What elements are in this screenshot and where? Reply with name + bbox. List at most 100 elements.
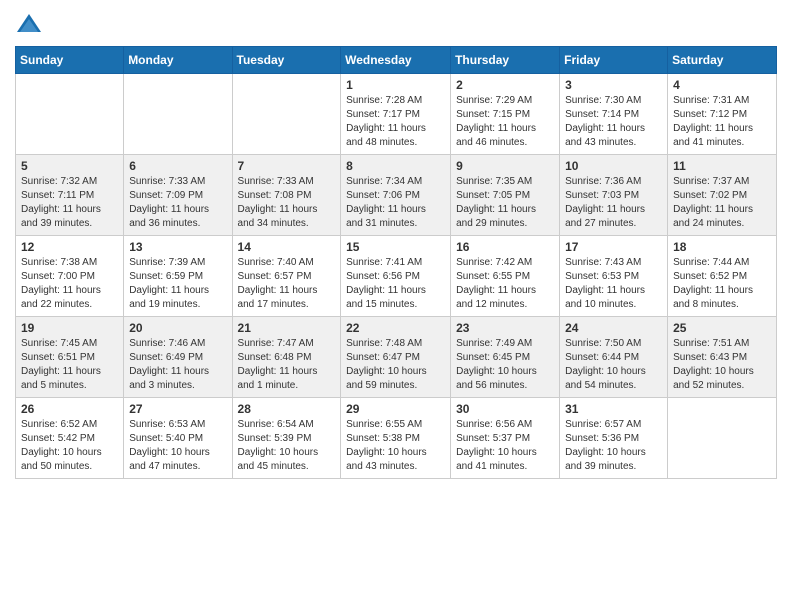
calendar-cell: 25 Sunrise: 7:51 AM Sunset: 6:43 PM Dayli… [668,317,777,398]
day-number: 2 [456,78,554,92]
day-info: Sunrise: 7:49 AM Sunset: 6:45 PM Dayligh… [456,337,554,393]
calendar-cell: 10Sunrise: 7:36 AM Sunset: 7:03 PM Dayli… [560,155,668,236]
day-info: Sunrise: 7:29 AM Sunset: 7:15 PM Dayligh… [456,94,554,150]
day-number: 13 [129,240,226,254]
day-info: Sunrise: 7:41 AM Sunset: 6:56 PM Dayligh… [346,256,445,312]
day-number: 19 [21,321,118,335]
day-number: 5 [21,159,118,173]
day-number: 26 [21,402,118,416]
calendar-cell: 27 Sunrise: 6:53 AM Sunset: 5:40 PM Dayli… [124,398,232,479]
day-info: Sunrise: 7:43 AM Sunset: 6:53 PM Dayligh… [565,256,662,312]
logo-icon [15,10,43,38]
day-info: Sunrise: 7:33 AM Sunset: 7:08 PM Dayligh… [238,175,336,231]
day-info: Sunrise: 7:38 AM Sunset: 7:00 PM Dayligh… [21,256,118,312]
calendar-cell: 23 Sunrise: 7:49 AM Sunset: 6:45 PM Dayli… [451,317,560,398]
calendar-cell: 16 Sunrise: 7:42 AM Sunset: 6:55 PM Dayli… [451,236,560,317]
calendar-cell: 19 Sunrise: 7:45 AM Sunset: 6:51 PM Dayli… [16,317,124,398]
calendar-cell: 3 Sunrise: 7:30 AM Sunset: 7:14 PM Daylig… [560,74,668,155]
day-info: Sunrise: 7:42 AM Sunset: 6:55 PM Dayligh… [456,256,554,312]
day-info: Sunrise: 7:51 AM Sunset: 6:43 PM Dayligh… [673,337,771,393]
weekday-header-wednesday: Wednesday [341,47,451,74]
calendar-cell: 8 Sunrise: 7:34 AM Sunset: 7:06 PM Daylig… [341,155,451,236]
calendar-week-row: 1 Sunrise: 7:28 AM Sunset: 7:17 PM Daylig… [16,74,777,155]
weekday-header-saturday: Saturday [668,47,777,74]
day-info: Sunrise: 7:50 AM Sunset: 6:44 PM Dayligh… [565,337,662,393]
calendar-cell: 12 Sunrise: 7:38 AM Sunset: 7:00 PM Dayli… [16,236,124,317]
weekday-header-thursday: Thursday [451,47,560,74]
day-number: 24 [565,321,662,335]
day-number: 12 [21,240,118,254]
calendar-cell: 11Sunrise: 7:37 AM Sunset: 7:02 PM Dayli… [668,155,777,236]
calendar-week-row: 19 Sunrise: 7:45 AM Sunset: 6:51 PM Dayli… [16,317,777,398]
calendar-cell: 30Sunrise: 6:56 AM Sunset: 5:37 PM Dayli… [451,398,560,479]
calendar-cell: 6 Sunrise: 7:33 AM Sunset: 7:09 PM Daylig… [124,155,232,236]
day-number: 31 [565,402,662,416]
calendar-cell: 15Sunrise: 7:41 AM Sunset: 6:56 PM Dayli… [341,236,451,317]
calendar-cell: 9 Sunrise: 7:35 AM Sunset: 7:05 PM Daylig… [451,155,560,236]
calendar-cell: 28Sunrise: 6:54 AM Sunset: 5:39 PM Dayli… [232,398,341,479]
day-info: Sunrise: 7:33 AM Sunset: 7:09 PM Dayligh… [129,175,226,231]
day-number: 14 [238,240,336,254]
day-info: Sunrise: 6:57 AM Sunset: 5:36 PM Dayligh… [565,418,662,474]
day-number: 9 [456,159,554,173]
calendar-week-row: 5 Sunrise: 7:32 AM Sunset: 7:11 PM Daylig… [16,155,777,236]
day-info: Sunrise: 6:52 AM Sunset: 5:42 PM Dayligh… [21,418,118,474]
day-number: 8 [346,159,445,173]
calendar-cell: 17 Sunrise: 7:43 AM Sunset: 6:53 PM Dayli… [560,236,668,317]
day-info: Sunrise: 7:34 AM Sunset: 7:06 PM Dayligh… [346,175,445,231]
day-info: Sunrise: 7:35 AM Sunset: 7:05 PM Dayligh… [456,175,554,231]
day-number: 29 [346,402,445,416]
day-info: Sunrise: 6:56 AM Sunset: 5:37 PM Dayligh… [456,418,554,474]
calendar-cell: 24 Sunrise: 7:50 AM Sunset: 6:44 PM Dayli… [560,317,668,398]
day-info: Sunrise: 6:53 AM Sunset: 5:40 PM Dayligh… [129,418,226,474]
day-number: 3 [565,78,662,92]
day-info: Sunrise: 7:47 AM Sunset: 6:48 PM Dayligh… [238,337,336,393]
calendar-cell: 1 Sunrise: 7:28 AM Sunset: 7:17 PM Daylig… [341,74,451,155]
calendar-cell [232,74,341,155]
day-number: 28 [238,402,336,416]
day-number: 27 [129,402,226,416]
calendar-cell [124,74,232,155]
weekday-header-row: SundayMondayTuesdayWednesdayThursdayFrid… [16,47,777,74]
calendar-cell: 26 Sunrise: 6:52 AM Sunset: 5:42 PM Dayli… [16,398,124,479]
day-number: 7 [238,159,336,173]
day-info: Sunrise: 7:40 AM Sunset: 6:57 PM Dayligh… [238,256,336,312]
page-header [15,10,777,38]
calendar-cell: 4 Sunrise: 7:31 AM Sunset: 7:12 PM Daylig… [668,74,777,155]
day-number: 25 [673,321,771,335]
weekday-header-sunday: Sunday [16,47,124,74]
calendar-cell: 20Sunrise: 7:46 AM Sunset: 6:49 PM Dayli… [124,317,232,398]
day-number: 20 [129,321,226,335]
day-number: 16 [456,240,554,254]
page-container: SundayMondayTuesdayWednesdayThursdayFrid… [0,0,792,494]
day-info: Sunrise: 7:39 AM Sunset: 6:59 PM Dayligh… [129,256,226,312]
logo [15,10,47,38]
calendar-cell: 29 Sunrise: 6:55 AM Sunset: 5:38 PM Dayli… [341,398,451,479]
day-number: 10 [565,159,662,173]
calendar-cell: 14 Sunrise: 7:40 AM Sunset: 6:57 PM Dayli… [232,236,341,317]
day-info: Sunrise: 7:32 AM Sunset: 7:11 PM Dayligh… [21,175,118,231]
calendar-cell [16,74,124,155]
day-info: Sunrise: 7:28 AM Sunset: 7:17 PM Dayligh… [346,94,445,150]
day-number: 21 [238,321,336,335]
day-number: 23 [456,321,554,335]
day-info: Sunrise: 7:45 AM Sunset: 6:51 PM Dayligh… [21,337,118,393]
weekday-header-friday: Friday [560,47,668,74]
calendar-cell: 21 Sunrise: 7:47 AM Sunset: 6:48 PM Dayli… [232,317,341,398]
day-number: 18 [673,240,771,254]
day-number: 4 [673,78,771,92]
calendar-cell: 2 Sunrise: 7:29 AM Sunset: 7:15 PM Daylig… [451,74,560,155]
calendar-cell [668,398,777,479]
day-info: Sunrise: 6:55 AM Sunset: 5:38 PM Dayligh… [346,418,445,474]
day-number: 6 [129,159,226,173]
day-info: Sunrise: 7:44 AM Sunset: 6:52 PM Dayligh… [673,256,771,312]
calendar-cell: 5 Sunrise: 7:32 AM Sunset: 7:11 PM Daylig… [16,155,124,236]
day-number: 17 [565,240,662,254]
calendar-cell: 7 Sunrise: 7:33 AM Sunset: 7:08 PM Daylig… [232,155,341,236]
day-number: 22 [346,321,445,335]
day-info: Sunrise: 7:30 AM Sunset: 7:14 PM Dayligh… [565,94,662,150]
day-number: 1 [346,78,445,92]
day-info: Sunrise: 7:31 AM Sunset: 7:12 PM Dayligh… [673,94,771,150]
calendar-week-row: 12 Sunrise: 7:38 AM Sunset: 7:00 PM Dayli… [16,236,777,317]
calendar-table: SundayMondayTuesdayWednesdayThursdayFrid… [15,46,777,479]
